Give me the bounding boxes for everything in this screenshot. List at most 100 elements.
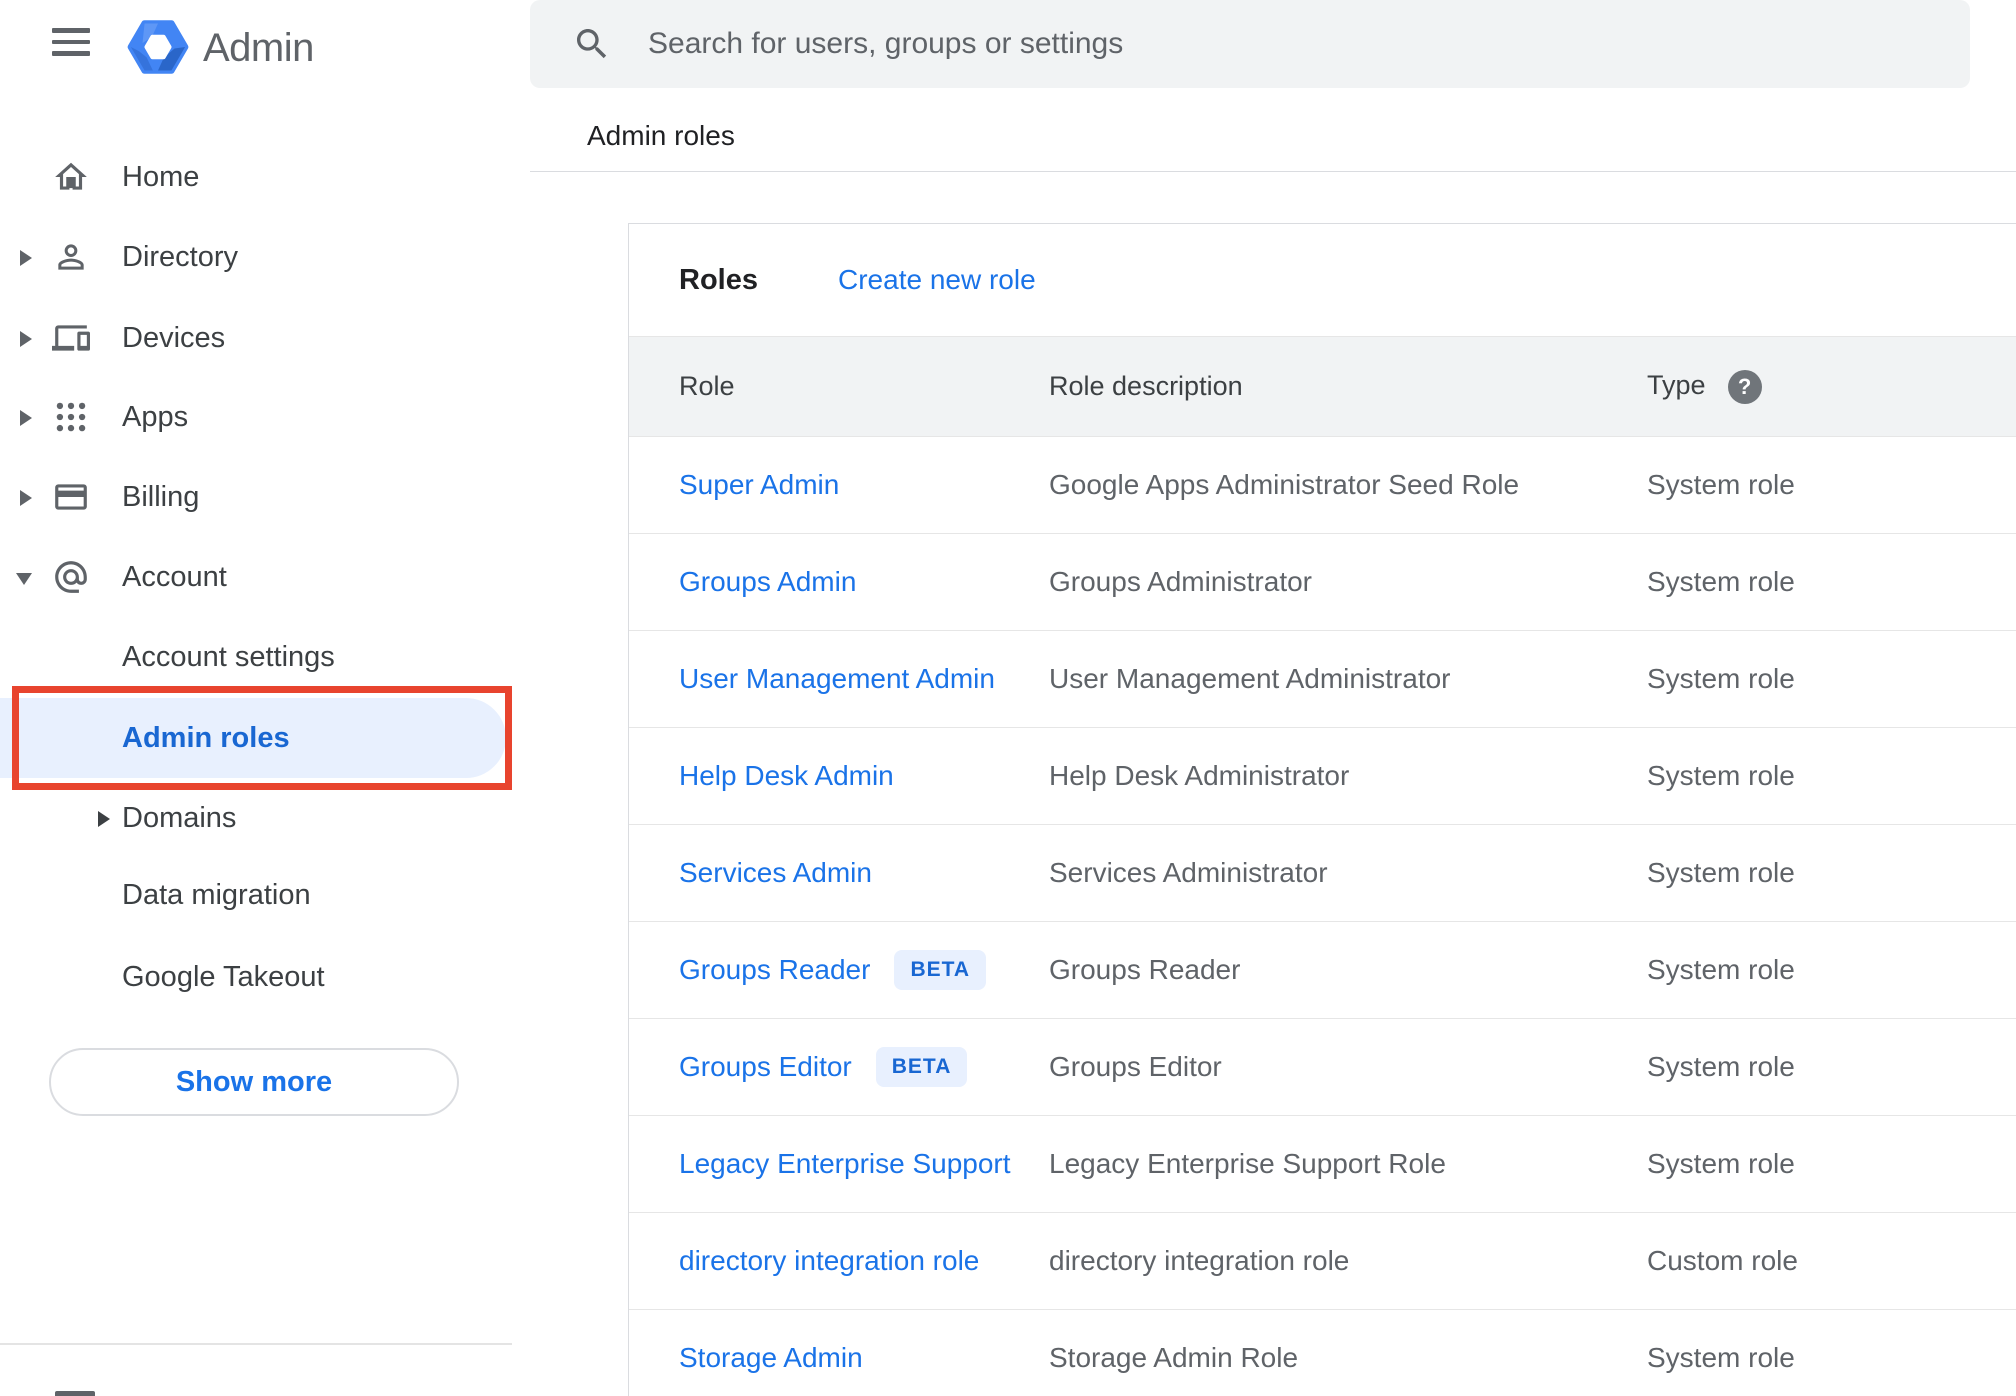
sidebar-item-account-settings[interactable]: Account settings (0, 617, 531, 697)
sidebar-item-apps[interactable]: Apps (0, 377, 531, 457)
role-type: System role (1647, 760, 1795, 791)
sidebar-item-label: Billing (122, 481, 200, 513)
roles-table-body: Super Admin Google Apps Administrator Se… (629, 437, 2016, 1396)
devices-icon (52, 325, 90, 351)
table-header-row: Role Role description Type? (629, 336, 2016, 437)
role-link[interactable]: Storage Admin (679, 1342, 863, 1374)
sidebar-item-label: Directory (122, 241, 239, 273)
role-description: User Management Administrator (1049, 663, 1451, 694)
show-more-button[interactable]: Show more (49, 1048, 459, 1116)
sidebar-divider (0, 1343, 512, 1345)
role-cell: User Management Admin (679, 663, 1049, 695)
beta-badge: BETA (875, 1047, 968, 1087)
role-link[interactable]: User Management Admin (679, 663, 995, 695)
sidebar-item-label: Apps (122, 401, 189, 433)
role-type: System role (1647, 1148, 1795, 1179)
role-link[interactable]: Groups Editor (679, 1051, 852, 1083)
table-row: Super Admin Google Apps Administrator Se… (629, 437, 2016, 534)
table-row: Legacy Enterprise Support Legacy Enterpr… (629, 1116, 2016, 1213)
role-cell: Help Desk Admin (679, 760, 1049, 792)
role-link[interactable]: Super Admin (679, 469, 839, 501)
role-cell: Legacy Enterprise Support (679, 1148, 1049, 1180)
sidebar-item-data-migration[interactable]: Data migration (0, 855, 531, 935)
column-header-description: Role description (1049, 371, 1243, 401)
chevron-right-icon[interactable] (20, 331, 32, 347)
sidebar-item-label: Admin roles (122, 722, 290, 754)
sidebar-item-admin-roles-active[interactable]: Admin roles (0, 698, 506, 778)
roles-card-header: Roles Create new role (629, 224, 2016, 336)
breadcrumb: Admin roles (587, 120, 735, 151)
role-description: Help Desk Administrator (1049, 760, 1350, 791)
at-sign-icon (55, 561, 87, 593)
sidebar-item-label: Domains (122, 802, 237, 834)
role-description: Groups Reader (1049, 954, 1241, 985)
sidebar-item-billing[interactable]: Billing (0, 457, 531, 537)
sidebar-item-account[interactable]: Account (0, 537, 531, 617)
table-row: Groups Reader BETA Groups Reader System … (629, 922, 2016, 1019)
role-description: Storage Admin Role (1049, 1342, 1299, 1373)
role-link[interactable]: Legacy Enterprise Support (679, 1148, 1011, 1180)
sidebar-header: Admin (0, 0, 531, 96)
create-new-role-link[interactable]: Create new role (838, 224, 1036, 336)
sidebar: Admin Home Directory Devices Apps Billin… (0, 0, 531, 1396)
chevron-right-icon[interactable] (98, 811, 110, 827)
role-cell: directory integration role (679, 1245, 1049, 1277)
menu-hamburger-icon[interactable] (52, 28, 90, 56)
sidebar-item-home[interactable]: Home (0, 137, 531, 217)
search-bar[interactable] (530, 0, 1970, 88)
table-row: Help Desk Admin Help Desk Administrator … (629, 728, 2016, 825)
sidebar-item-directory[interactable]: Directory (0, 217, 531, 297)
search-icon (577, 29, 607, 59)
sidebar-item-label: Account (122, 561, 227, 593)
column-header-type: Type? (1647, 369, 2016, 404)
partial-bottom-icon (55, 1391, 95, 1396)
sidebar-item-google-takeout[interactable]: Google Takeout (0, 937, 531, 1017)
beta-badge: BETA (894, 950, 987, 990)
role-link[interactable]: Groups Admin (679, 566, 856, 598)
chevron-down-icon[interactable] (16, 573, 32, 585)
role-type: System role (1647, 663, 1795, 694)
table-row: Storage Admin Storage Admin Role System … (629, 1310, 2016, 1396)
person-icon (58, 244, 84, 270)
sidebar-item-label: Account settings (122, 641, 335, 673)
help-icon[interactable]: ? (1727, 369, 1762, 404)
table-row: directory integration role directory int… (629, 1213, 2016, 1310)
role-type: System role (1647, 469, 1795, 500)
role-description: Groups Editor (1049, 1051, 1222, 1082)
role-description: Legacy Enterprise Support Role (1049, 1148, 1446, 1179)
table-row: User Management Admin User Management Ad… (629, 631, 2016, 728)
role-type: System role (1647, 954, 1795, 985)
sidebar-item-label: Home (122, 161, 200, 193)
sidebar-item-domains[interactable]: Domains (0, 778, 531, 858)
role-link[interactable]: Groups Reader (679, 954, 870, 986)
sidebar-item-label: Devices (122, 322, 226, 354)
role-link[interactable]: Services Admin (679, 857, 872, 889)
role-link[interactable]: directory integration role (679, 1245, 979, 1277)
role-type: System role (1647, 1051, 1795, 1082)
chevron-right-icon[interactable] (20, 490, 32, 506)
app-title: Admin (203, 26, 314, 70)
chevron-right-icon[interactable] (20, 410, 32, 426)
home-icon (55, 162, 87, 190)
search-input[interactable] (648, 0, 1928, 88)
roles-card: Roles Create new role Role Role descript… (628, 223, 2016, 1396)
role-description: Google Apps Administrator Seed Role (1049, 469, 1520, 500)
role-description: directory integration role (1049, 1245, 1350, 1276)
role-cell: Super Admin (679, 469, 1049, 501)
header-divider (530, 171, 2016, 172)
role-type: System role (1647, 1342, 1795, 1373)
credit-card-icon (55, 484, 87, 510)
sidebar-item-label: Data migration (122, 879, 311, 911)
role-link[interactable]: Help Desk Admin (679, 760, 894, 792)
sidebar-item-label: Google Takeout (122, 961, 325, 993)
chevron-right-icon[interactable] (20, 250, 32, 266)
role-type: System role (1647, 566, 1795, 597)
column-header-role: Role (679, 371, 735, 401)
sidebar-item-devices[interactable]: Devices (0, 298, 531, 378)
admin-logo-icon (127, 20, 189, 74)
card-title: Roles (679, 264, 758, 296)
role-cell: Groups Admin (679, 566, 1049, 598)
role-cell: Services Admin (679, 857, 1049, 889)
table-row: Services Admin Services Administrator Sy… (629, 825, 2016, 922)
role-cell: Storage Admin (679, 1342, 1049, 1374)
